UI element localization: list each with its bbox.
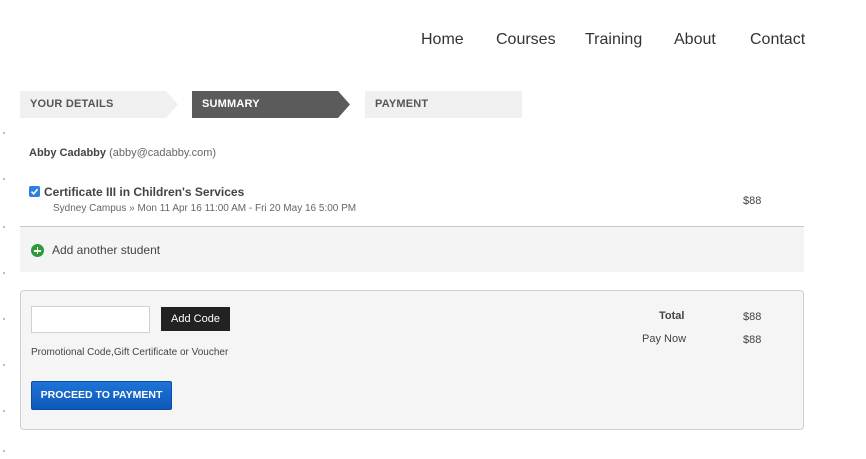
course-price: $88 bbox=[743, 195, 762, 207]
add-code-button[interactable]: Add Code bbox=[161, 307, 230, 331]
edge-mark bbox=[3, 318, 5, 320]
promo-code-input[interactable] bbox=[31, 306, 150, 333]
add-student-link[interactable]: Add another student bbox=[52, 243, 160, 257]
edge-mark bbox=[3, 272, 5, 274]
main-nav: Home Courses Training About Contact bbox=[0, 31, 866, 51]
edge-mark bbox=[3, 132, 5, 134]
pay-now-value: $88 bbox=[743, 334, 762, 346]
promo-hint: Promotional Code,Gift Certificate or Vou… bbox=[31, 347, 229, 358]
payment-panel: Add Code Promotional Code,Gift Certifica… bbox=[20, 290, 804, 430]
add-student-row[interactable]: Add another student bbox=[20, 227, 804, 272]
plus-circle-icon[interactable] bbox=[31, 244, 44, 257]
nav-courses[interactable]: Courses bbox=[496, 31, 556, 49]
course-title: Certificate III in Children's Services bbox=[44, 185, 245, 199]
nav-training[interactable]: Training bbox=[585, 31, 642, 49]
step-payment: PAYMENT bbox=[365, 91, 522, 118]
course-details: Sydney Campus » Mon 11 Apr 16 11:00 AM -… bbox=[53, 203, 357, 214]
pay-now-label: Pay Now bbox=[642, 333, 687, 345]
student-info: Abby Cadabby (abby@cadabby.com) bbox=[29, 147, 216, 159]
step-your-details[interactable]: YOUR DETAILS bbox=[20, 91, 178, 118]
course-checkbox[interactable] bbox=[29, 186, 40, 197]
student-name: Abby Cadabby bbox=[29, 147, 107, 159]
total-value: $88 bbox=[743, 311, 762, 323]
edge-mark bbox=[3, 226, 5, 228]
nav-home[interactable]: Home bbox=[421, 31, 464, 49]
student-email: (abby@cadabby.com) bbox=[109, 147, 217, 159]
edge-mark bbox=[3, 364, 5, 366]
total-label: Total bbox=[659, 310, 685, 322]
nav-about[interactable]: About bbox=[674, 31, 716, 49]
edge-mark bbox=[3, 450, 5, 452]
edge-mark bbox=[3, 410, 5, 412]
proceed-to-payment-button[interactable]: PROCEED TO PAYMENT bbox=[31, 381, 172, 410]
checkmark-icon bbox=[30, 188, 39, 195]
nav-contact[interactable]: Contact bbox=[750, 31, 805, 49]
edge-mark bbox=[3, 178, 5, 180]
step-summary: SUMMARY bbox=[192, 91, 350, 118]
